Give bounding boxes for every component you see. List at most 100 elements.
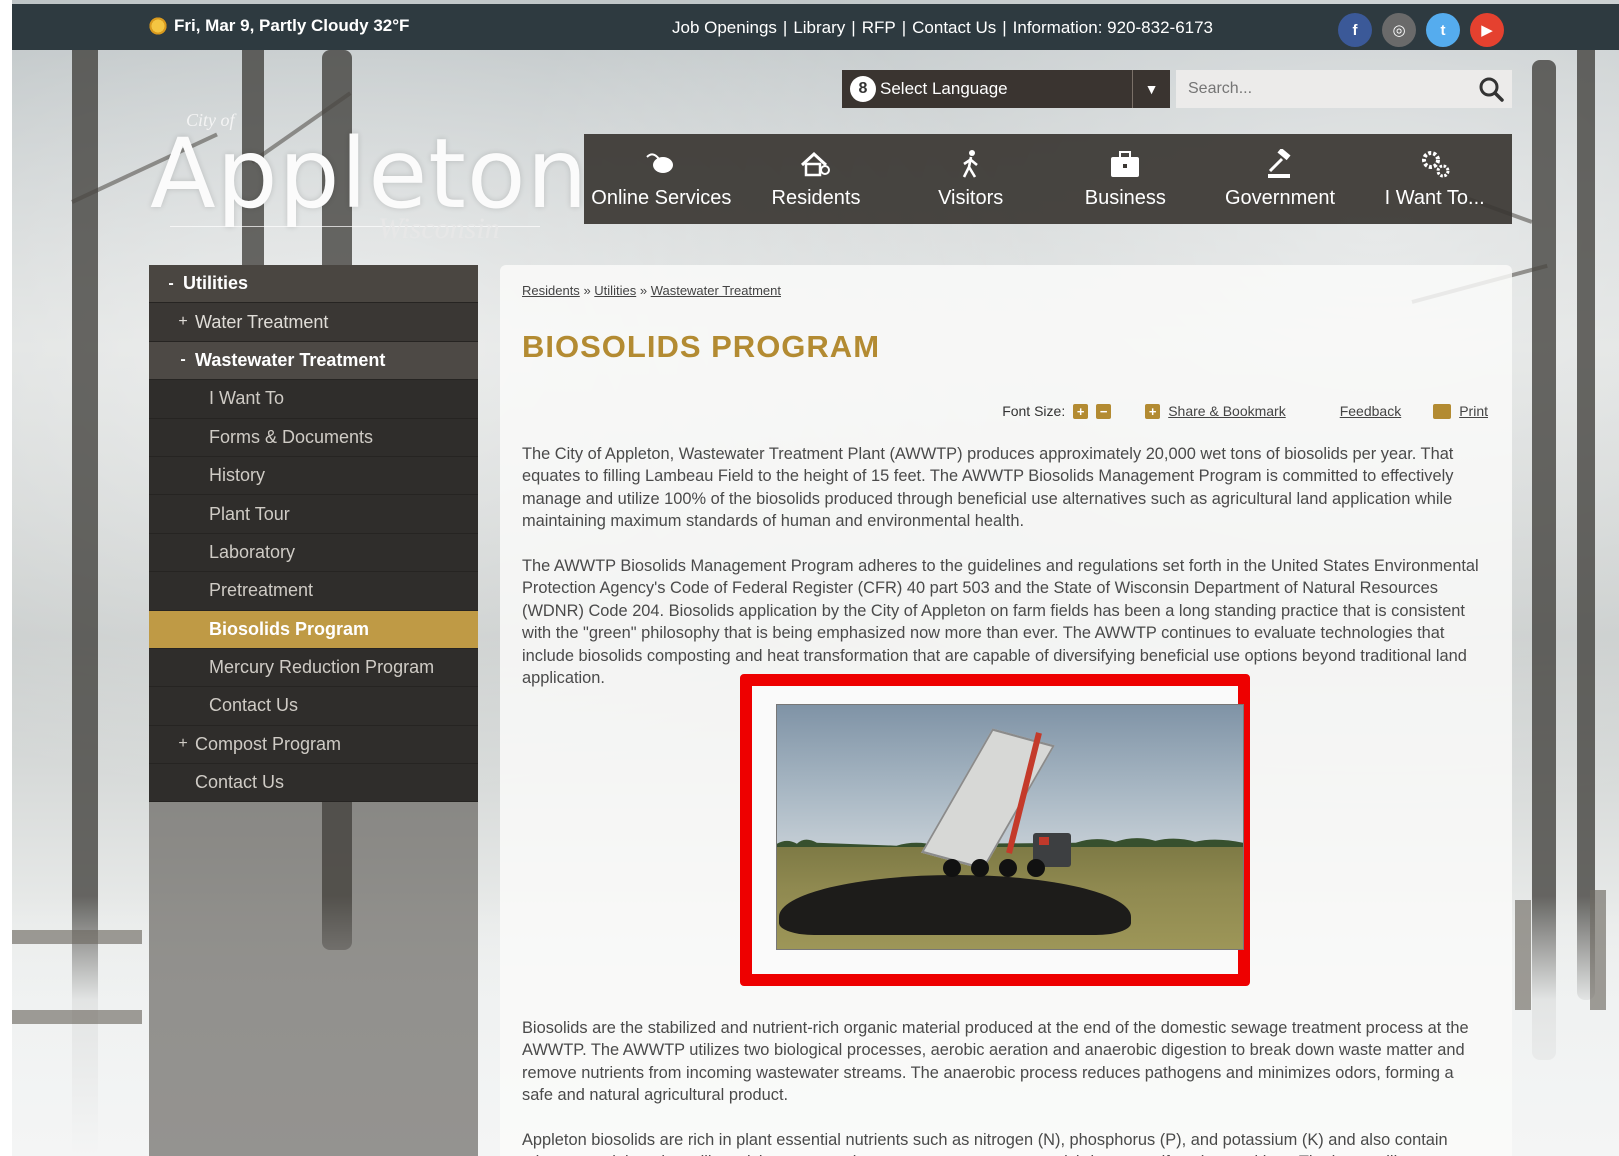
collapse-icon: - (168, 274, 174, 292)
nav-business[interactable]: Business (1048, 134, 1203, 224)
nav-label: Visitors (938, 186, 1004, 209)
nav-label: Online Services (591, 186, 732, 209)
youtube-icon[interactable]: ▶ (1470, 13, 1504, 47)
sidebar: - Utilities + Water Treatment - Wastewater Tr… (149, 265, 478, 1156)
nav-government[interactable]: Government (1203, 134, 1358, 224)
nav-label: Government (1224, 186, 1336, 209)
print-link[interactable]: Print (1459, 403, 1488, 419)
breadcrumb: Residents » Utilities » Wastewater Treat… (522, 283, 781, 298)
font-size-label: Font Size: (1002, 403, 1066, 419)
page-title: BIOSOLIDS PROGRAM (522, 329, 881, 364)
sidebar-item[interactable]: + Compost Program (149, 725, 478, 765)
gavel-icon (1268, 148, 1291, 178)
top-bar: Fri, Mar 9, Partly Cloudy 32°F Job Openi… (12, 4, 1619, 50)
sidebar-item-label: History (209, 465, 266, 486)
sidebar-item-label: Water Treatment (195, 311, 329, 332)
paragraph-intro: The City of Appleton, Wastewater Treatme… (522, 445, 1454, 531)
sidebar-item[interactable]: Contact Us (149, 764, 478, 803)
sidebar-item[interactable]: Forms & Documents (149, 418, 478, 457)
library-link[interactable]: Library (793, 18, 845, 38)
twitter-icon[interactable]: t (1426, 13, 1460, 47)
sidebar-item-label: Contact Us (195, 772, 285, 793)
nav-i-want-to[interactable]: I Want To... (1357, 134, 1512, 224)
breadcrumb-residents[interactable]: Residents (522, 283, 580, 298)
photo-wheel (971, 859, 989, 877)
font-increase-button[interactable]: + (1073, 403, 1089, 419)
instagram-icon[interactable]: ◎ (1382, 13, 1416, 47)
nav-label: Residents (771, 186, 861, 209)
paragraph-definition: Biosolids are the stabilized and nutrien… (522, 1019, 1469, 1105)
expand-icon: + (178, 735, 188, 753)
search-box (1176, 70, 1512, 108)
sidebar-item-label: Mercury Reduction Program (209, 657, 435, 678)
sidebar-item-label: Plant Tour (209, 503, 290, 524)
search-icon[interactable] (1478, 76, 1504, 102)
biosolids-truck-photo (776, 704, 1244, 950)
sidebar-item-label: Wastewater Treatment (195, 349, 386, 370)
font-decrease-button[interactable]: − (1096, 403, 1112, 419)
sidebar-item[interactable]: + Water Treatment (149, 303, 478, 342)
mouse-icon (646, 152, 674, 173)
photo-wheel (999, 859, 1017, 877)
sidebar-menu: - Utilities + Water Treatment - Wastewater Tr… (149, 265, 478, 803)
sidebar-item-label: Compost Program (195, 733, 342, 754)
job-openings-link[interactable]: Job Openings (672, 18, 777, 38)
nav-residents[interactable]: Residents (739, 134, 894, 224)
collapse-icon: - (180, 351, 186, 369)
google-translate-icon: 8 (850, 76, 876, 102)
sidebar-item[interactable]: Mercury Reduction Program (149, 648, 478, 688)
house-search-icon (800, 151, 830, 176)
utility-links: Job Openings | Library | RFP | Contact U… (672, 18, 1213, 38)
paragraph-regulations: The AWWTP Biosolids Management Program a… (522, 557, 1479, 688)
link-separator: | (901, 18, 907, 37)
share-bookmark-link[interactable]: Share & Bookmark (1168, 403, 1286, 419)
sidebar-item[interactable]: History (149, 456, 478, 496)
main-navigation: Online Services Residents Visitors Busin… (584, 134, 1512, 224)
photo-truck-light (1039, 837, 1049, 845)
search-input[interactable] (1176, 80, 1456, 98)
logo-state: Wisconsin (378, 212, 500, 245)
nav-visitors[interactable]: Visitors (893, 134, 1048, 224)
link-separator: | (851, 18, 856, 37)
rfp-link[interactable]: RFP (862, 18, 896, 38)
sidebar-item[interactable]: Contact Us (149, 687, 478, 726)
print-icon (1433, 403, 1452, 419)
feedback-link[interactable]: Feedback (1340, 403, 1401, 419)
sidebar-item[interactable]: - Wastewater Treatment (149, 341, 478, 381)
sidebar-item-label: Biosolids Program (209, 618, 370, 639)
sidebar-item-label: Utilities (183, 273, 249, 294)
walking-person-icon (962, 149, 978, 178)
appleton-logo[interactable]: City of Appleton Wisconsin (150, 108, 588, 248)
breadcrumb-separator: » (639, 283, 648, 298)
breadcrumb-wastewater-treatment[interactable]: Wastewater Treatment (651, 283, 781, 298)
sidebar-item-label: Forms & Documents (209, 426, 374, 447)
breadcrumb-utilities[interactable]: Utilities (594, 283, 636, 298)
page-tools: Font Size: + − + Share & Bookmark Feedba… (1002, 403, 1488, 419)
chevron-down-icon[interactable]: ▼ (1132, 70, 1170, 108)
facebook-icon[interactable]: f (1338, 13, 1372, 47)
briefcase-icon (1111, 150, 1140, 177)
contact-us-link[interactable]: Contact Us (912, 18, 996, 38)
nav-online-services[interactable]: Online Services (584, 134, 739, 224)
fence-post (1590, 890, 1606, 1010)
weather-text: Fri, Mar 9, Partly Cloudy 32°F (174, 16, 410, 35)
expand-icon: + (178, 313, 188, 331)
logo-name: Appleton (150, 118, 589, 230)
sidebar-item[interactable]: - Utilities (149, 265, 478, 304)
sidebar-item[interactable]: Laboratory (149, 533, 478, 573)
link-separator: | (782, 18, 788, 37)
sidebar-item-label: Contact Us (209, 695, 299, 716)
language-select[interactable]: 8 Select Language ▼ (842, 70, 1170, 108)
sidebar-item[interactable]: I Want To (149, 380, 478, 419)
language-select-label: Select Language (880, 79, 1008, 98)
breadcrumb-separator: » (583, 283, 591, 298)
photo-wheel (1027, 859, 1045, 877)
sidebar-item[interactable]: Pretreatment (149, 572, 478, 611)
sidebar-item-label: Pretreatment (209, 580, 314, 601)
weather-widget: Fri, Mar 9, Partly Cloudy 32°F (148, 16, 409, 36)
sidebar-item[interactable]: Biosolids Program (149, 610, 478, 649)
fence-rail (12, 1010, 142, 1024)
sidebar-item-label: Laboratory (209, 541, 296, 562)
highlight-box (740, 674, 1250, 986)
sidebar-item[interactable]: Plant Tour (149, 495, 478, 534)
